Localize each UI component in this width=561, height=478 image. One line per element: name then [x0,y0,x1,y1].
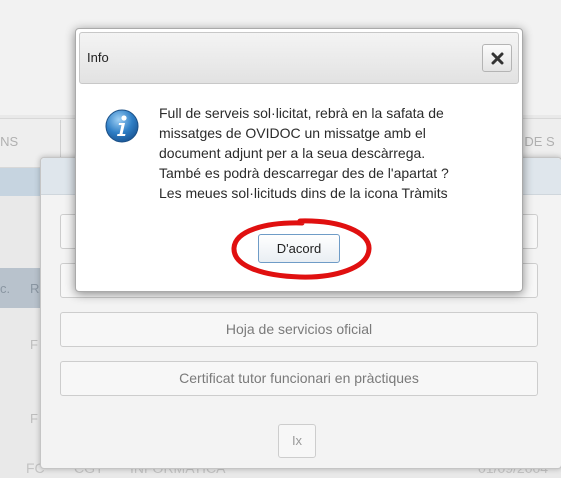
info-dialog-header: Info [79,32,519,84]
table-header-col2: R [30,281,40,296]
message-line: document adjunt per a la seua descàrrega… [159,145,426,161]
background-row-letter: F [30,411,38,426]
background-row-letter: F [30,337,38,352]
message-line: Les meues sol·licituds dins de la icona … [159,185,448,201]
certificat-tutor-button[interactable]: Certificat tutor funcionari en pràctique… [60,361,538,396]
background-tab-left-label: ONS [0,134,19,149]
info-dialog-title: Info [87,50,109,65]
red-annotation-ellipse [231,218,372,280]
info-message: Full de serveis sol·licitat, rebrà en la… [159,103,509,203]
table-header-col1: c. [0,281,11,296]
message-line: missatges de OVIDOC un missatge amb el [159,125,426,141]
message-line: Full de serveis sol·licitat, rebrà en la… [159,105,444,121]
message-line: També es podrà descarregar des de l'apar… [159,165,449,181]
close-x-icon [491,52,504,65]
info-icon [105,109,139,143]
close-button[interactable] [482,44,512,72]
hoja-servicios-button[interactable]: Hoja de servicios oficial [60,312,538,347]
ix-close-button[interactable]: Ix [278,424,316,458]
